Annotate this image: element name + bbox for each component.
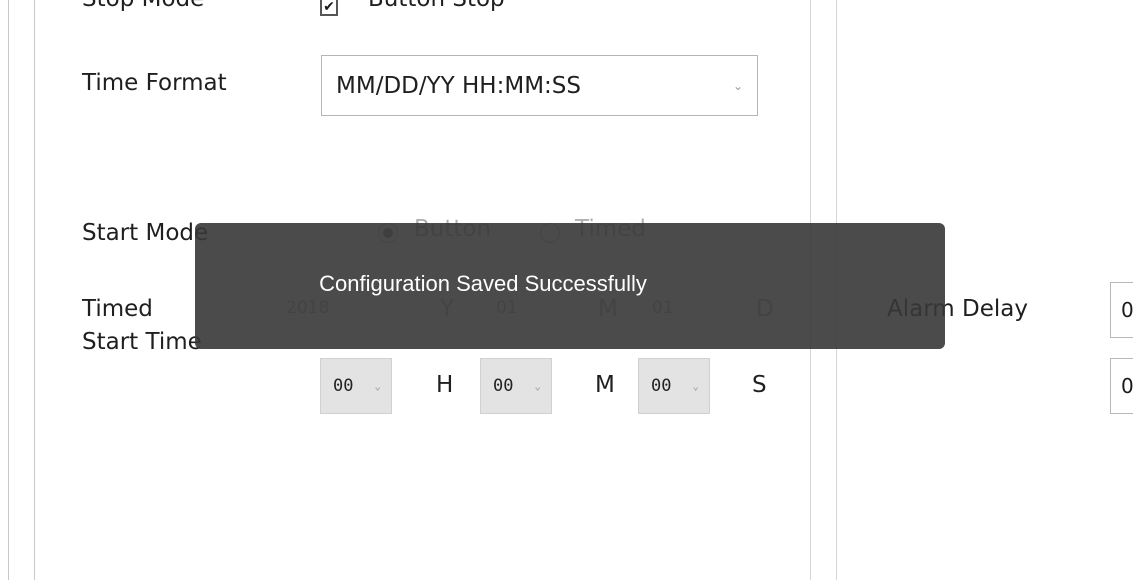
minute-value: 00: [493, 376, 514, 396]
chevron-down-icon: ⌄: [692, 379, 699, 393]
toast-message: Configuration Saved Successfully: [319, 271, 647, 296]
chevron-down-icon: ⌄: [534, 379, 541, 393]
time-format-value: MM/DD/YY HH:MM:SS: [336, 72, 581, 99]
button-stop-label: Button Stop: [368, 0, 505, 12]
button-stop-checkbox[interactable]: ✔: [320, 0, 338, 16]
second-value: 00: [651, 376, 672, 396]
minute-select[interactable]: 00 ⌄: [480, 358, 552, 414]
hour-select[interactable]: 00 ⌄: [320, 358, 392, 414]
minute-unit: M: [595, 372, 615, 398]
timed-start-label-line2: Start Time: [82, 329, 202, 355]
time-format-label: Time Format: [82, 70, 227, 96]
toast-notification: Configuration Saved Successfully: [195, 223, 945, 349]
second-unit: S: [752, 372, 767, 398]
hour-value: 00: [333, 376, 354, 396]
second-select[interactable]: 00 ⌄: [638, 358, 710, 414]
section-border-left: [34, 0, 35, 580]
chevron-down-icon: ⌄: [374, 379, 381, 393]
chevron-down-icon: ⌄: [732, 78, 743, 93]
timed-start-label-line1: Timed: [82, 296, 153, 322]
hour-unit: H: [436, 372, 454, 398]
checkmark-icon: ✔: [323, 0, 335, 15]
stop-mode-label: Stop Mode: [82, 0, 204, 12]
start-mode-label: Start Mode: [82, 220, 209, 246]
time-format-select[interactable]: MM/DD/YY HH:MM:SS ⌄: [321, 55, 758, 116]
alarm-delay-field-2[interactable]: 0: [1110, 358, 1133, 414]
alarm-delay-field-1[interactable]: 0: [1110, 282, 1133, 338]
left-border: [8, 0, 9, 580]
